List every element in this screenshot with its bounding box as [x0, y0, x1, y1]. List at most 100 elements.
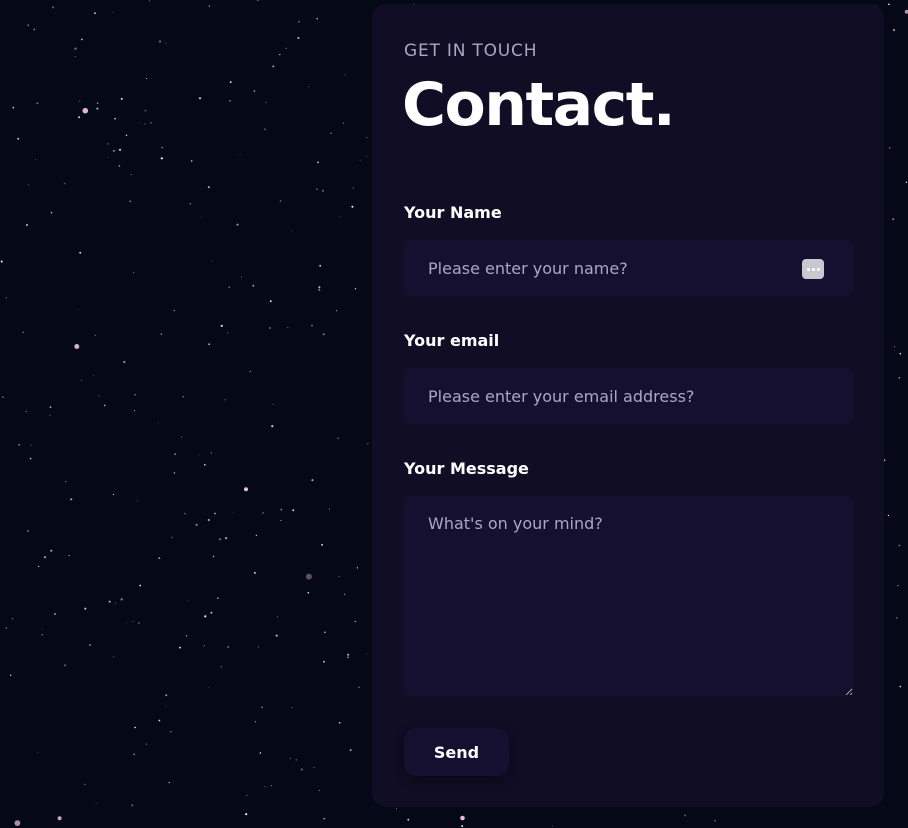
email-input[interactable]	[404, 368, 853, 424]
star	[190, 160, 193, 162]
star	[264, 786, 266, 788]
star	[313, 767, 315, 768]
star	[138, 122, 140, 123]
star	[150, 122, 152, 124]
star	[79, 100, 81, 102]
star	[893, 29, 895, 31]
star	[94, 334, 96, 336]
star	[211, 260, 213, 262]
star	[158, 557, 161, 560]
star	[338, 722, 341, 724]
star	[120, 598, 123, 601]
star	[337, 437, 339, 439]
star	[112, 12, 114, 14]
star	[264, 128, 266, 130]
star	[898, 544, 901, 547]
star	[26, 224, 28, 226]
star	[460, 815, 465, 821]
star	[287, 327, 289, 328]
star	[210, 452, 212, 454]
name-input[interactable]	[404, 240, 853, 296]
star	[25, 410, 28, 413]
star	[5, 297, 8, 299]
star	[38, 565, 40, 567]
star	[27, 530, 29, 532]
star	[210, 611, 213, 614]
star	[229, 81, 232, 83]
star	[684, 814, 686, 817]
star	[365, 155, 367, 157]
star	[323, 818, 325, 820]
star	[81, 38, 83, 41]
star	[354, 288, 357, 290]
star	[203, 645, 205, 647]
star	[319, 264, 322, 267]
star	[279, 200, 282, 202]
star	[125, 134, 128, 136]
star	[78, 116, 81, 119]
star	[888, 3, 890, 6]
star	[354, 620, 357, 623]
star	[36, 102, 39, 105]
star	[144, 123, 146, 125]
star	[174, 453, 177, 455]
star	[74, 56, 76, 58]
star	[107, 143, 109, 145]
star	[365, 653, 367, 655]
star	[323, 660, 325, 663]
star	[171, 536, 173, 538]
star	[134, 393, 136, 396]
star	[311, 325, 313, 327]
star	[214, 512, 216, 515]
star	[349, 749, 352, 752]
more-dots-icon[interactable]	[802, 259, 824, 279]
star	[146, 77, 148, 80]
star	[118, 165, 121, 167]
star	[347, 653, 350, 656]
star	[12, 618, 14, 620]
star	[35, 159, 36, 161]
star	[82, 107, 89, 114]
send-button[interactable]: Send	[404, 728, 509, 776]
star	[272, 65, 275, 68]
star	[336, 310, 338, 312]
star	[17, 137, 20, 140]
star	[322, 333, 325, 336]
star	[81, 379, 82, 381]
star	[269, 300, 272, 303]
star	[311, 479, 314, 482]
star	[892, 218, 895, 221]
star	[138, 622, 140, 624]
star	[95, 803, 97, 805]
star	[318, 288, 321, 291]
star	[41, 634, 43, 636]
star	[42, 629, 43, 630]
star	[170, 731, 172, 733]
star	[74, 344, 80, 349]
star	[70, 498, 73, 501]
section-title: Contact.	[402, 70, 676, 140]
star	[107, 156, 109, 158]
star	[43, 556, 47, 559]
star	[269, 327, 271, 329]
star	[236, 223, 239, 226]
star	[27, 24, 29, 26]
star	[93, 375, 95, 376]
star	[161, 146, 163, 149]
star	[324, 631, 326, 633]
star	[899, 352, 902, 355]
star	[84, 783, 86, 786]
star	[14, 820, 21, 826]
star	[160, 333, 163, 335]
star	[219, 538, 222, 541]
star	[158, 40, 162, 43]
star	[12, 106, 15, 109]
star	[227, 646, 229, 648]
star	[344, 74, 346, 76]
star	[96, 107, 99, 110]
star	[63, 182, 66, 185]
star	[246, 794, 248, 796]
star	[145, 743, 148, 745]
message-textarea[interactable]	[404, 496, 853, 696]
star	[181, 436, 183, 438]
